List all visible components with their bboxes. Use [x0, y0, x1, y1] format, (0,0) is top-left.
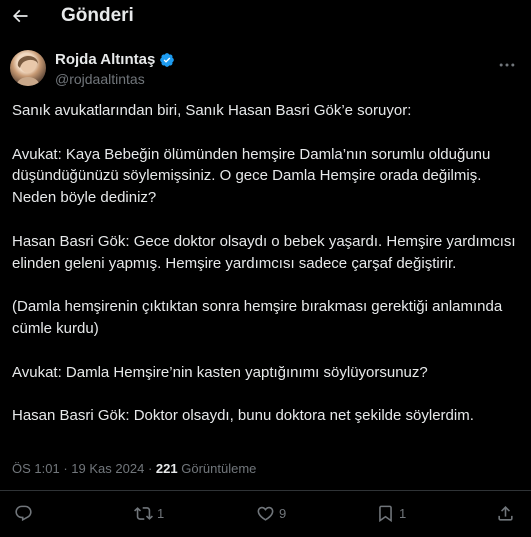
author-handle[interactable]: @rojdaaltintas [55, 71, 145, 87]
view-count: 221 [155, 461, 178, 476]
author-name[interactable]: Rojda Altıntaş [55, 51, 155, 68]
reply-button[interactable] [14, 504, 37, 523]
post-meta: ÖS 1:01 · 19 Kas 2024 · 221 Görüntüleme [12, 461, 256, 476]
views-label: Görüntüleme [181, 461, 257, 476]
bookmark-count: 1 [399, 506, 407, 521]
post-paragraph: Avukat: Kaya Bebeğin ölümünden hemşire D… [12, 145, 491, 207]
action-bar: 1 9 1 [0, 500, 531, 530]
heart-icon [257, 506, 274, 521]
like-count: 9 [279, 506, 287, 521]
arrow-left-icon[interactable] [10, 6, 30, 26]
avatar[interactable] [10, 50, 46, 86]
share-icon [498, 506, 513, 521]
share-button[interactable] [496, 504, 515, 523]
meta-separator: · [147, 461, 153, 476]
post-time[interactable]: ÖS 1:01 [12, 461, 60, 476]
repost-button[interactable]: 1 [134, 504, 164, 523]
post-paragraph: (Damla hemşirenin çıktıktan sonra hemşir… [12, 298, 503, 337]
bookmark-icon [379, 505, 392, 523]
more-options-icon[interactable] [497, 55, 517, 75]
post-text: Sanık avukatlarından biri, Sanık Hasan B… [12, 100, 522, 449]
page-title: Gönderi [61, 5, 134, 26]
post-paragraph: Hasan Basri Gök: Gece doktor olsaydı o b… [12, 232, 516, 272]
meta-separator: · [63, 461, 68, 476]
repost-count: 1 [157, 506, 165, 521]
post-paragraph: Sanık avukatlarından biri, Sanık Hasan B… [12, 102, 412, 119]
post-date[interactable]: 19 Kas 2024 [71, 461, 144, 476]
post-paragraph: Hasan Basri Gök: Doktor olsaydı, bunu do… [12, 407, 474, 425]
post-paragraph: Avukat: Damla Hemşire’nin kasten yaptığı… [12, 363, 428, 381]
repost-icon [134, 507, 153, 520]
like-button[interactable]: 9 [256, 504, 286, 523]
reply-icon [15, 505, 32, 522]
verified-badge-icon [160, 52, 175, 67]
author-row: Rojda Altıntaş @rojdaaltintas [0, 44, 531, 94]
top-bar: Gönderi [0, 0, 531, 34]
bookmark-button[interactable]: 1 [376, 504, 406, 523]
divider [0, 490, 531, 491]
